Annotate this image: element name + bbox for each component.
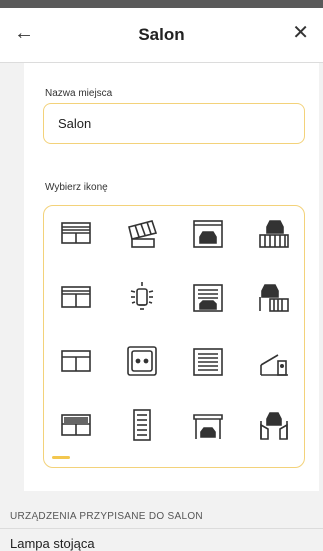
garage-door-icon[interactable] [188,277,228,317]
bulb-icon[interactable] [122,277,162,317]
place-name-input[interactable]: Salon [43,103,305,144]
blind-icon[interactable] [56,405,96,445]
carport-icon[interactable] [188,405,228,445]
socket-icon[interactable] [122,341,162,381]
place-name-value: Salon [58,116,92,131]
status-bar [0,0,323,8]
awning-icon[interactable] [122,213,162,253]
list-divider [0,528,323,529]
garage-closed-icon[interactable] [188,341,228,381]
door-icon[interactable] [122,405,162,445]
garage-car-icon[interactable] [188,213,228,253]
edit-card: Nazwa miejsca Salon Wybierz ikonę [24,63,319,491]
car-gate-open-icon[interactable] [254,405,294,445]
shutter-window-icon[interactable] [56,277,96,317]
close-icon[interactable]: ✕ [292,23,309,43]
app-header: ← Salon ✕ [0,8,323,62]
assigned-devices-heading: URZĄDZENIA PRZYPISANE DO SALON [10,511,203,522]
window-icon[interactable] [56,341,96,381]
car-gate-icon[interactable] [254,213,294,253]
car-fence-gate-icon[interactable] [254,277,294,317]
shutter-icon[interactable] [56,213,96,253]
icon-grid-scrollbar[interactable] [52,456,70,459]
icon-picker-label: Wybierz ikonę [45,182,108,193]
device-list-item[interactable]: Lampa stojąca [10,536,95,551]
barrier-icon[interactable] [254,341,294,381]
icon-grid [43,205,305,468]
name-label: Nazwa miejsca [45,88,113,99]
page-title: Salon [138,25,185,44]
